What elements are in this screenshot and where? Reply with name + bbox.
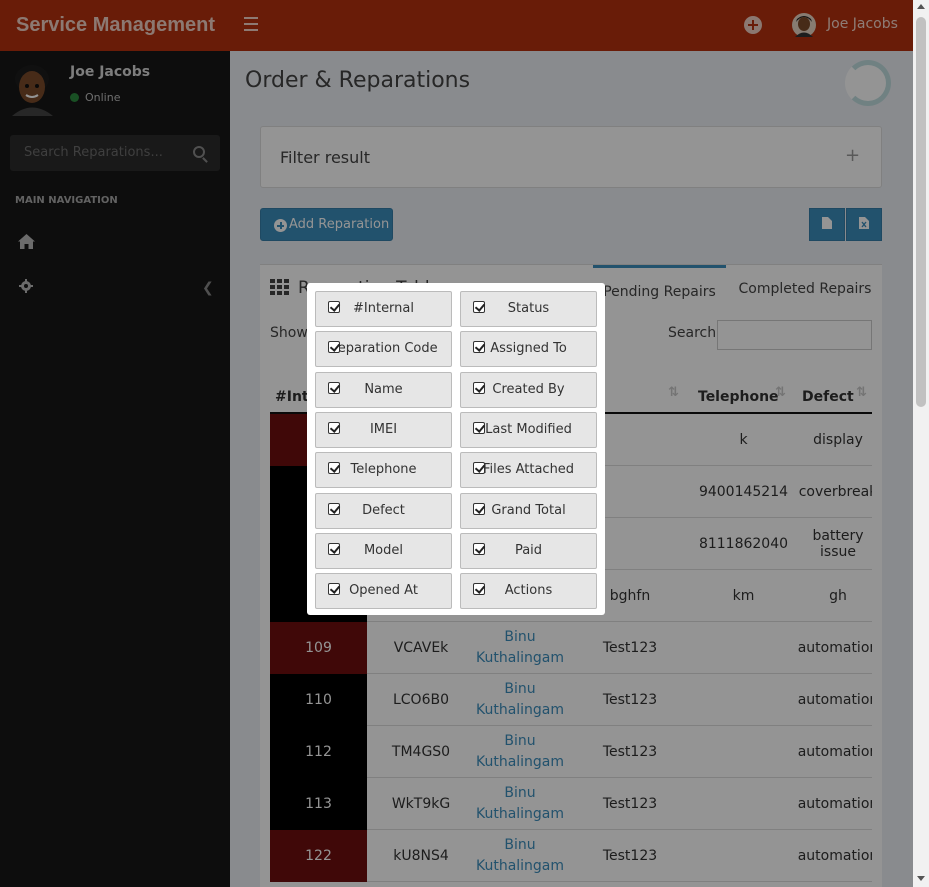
- column-toggle-label: IMEI: [369, 421, 398, 437]
- checkbox-checked-icon[interactable]: [473, 583, 485, 596]
- column-toggle-label: Reparation Code: [329, 341, 438, 357]
- checkbox-checked-icon[interactable]: [473, 301, 485, 313]
- column-toggle-button[interactable]: Created By: [460, 371, 597, 408]
- checkbox-checked-icon[interactable]: [473, 502, 485, 515]
- column-toggle-label: Opened At: [349, 583, 418, 599]
- scroll-up-icon[interactable]: [917, 4, 925, 9]
- checkbox-checked-icon[interactable]: [328, 462, 340, 475]
- scroll-down-icon[interactable]: [917, 876, 925, 881]
- column-toggle-label: Files Attached: [482, 462, 575, 478]
- checkbox-checked-icon[interactable]: [328, 341, 340, 354]
- column-toggle-button[interactable]: IMEI: [315, 411, 452, 448]
- checkbox-checked-icon[interactable]: [473, 381, 485, 394]
- column-toggle-button[interactable]: Opened At: [315, 573, 452, 610]
- checkbox-checked-icon[interactable]: [328, 301, 340, 313]
- column-toggle-button[interactable]: #Internal: [315, 291, 452, 327]
- column-toggle-button[interactable]: Telephone: [315, 452, 452, 489]
- column-toggle-label: Actions: [504, 583, 553, 599]
- column-visibility-popup: #Internal Reparation Code Name IMEI Telephon…: [307, 283, 605, 615]
- column-toggle-label: Defect: [362, 502, 405, 518]
- column-toggle-label: Created By: [492, 381, 565, 397]
- vertical-scrollbar[interactable]: [913, 0, 929, 887]
- column-toggle-label: Grand Total: [491, 502, 566, 518]
- column-toggle-button[interactable]: Last Modified: [460, 411, 597, 448]
- column-toggle-label: Name: [364, 381, 403, 397]
- checkbox-checked-icon[interactable]: [473, 542, 485, 555]
- column-toggle-label: Assigned To: [490, 341, 567, 357]
- column-toggle-label: Last Modified: [485, 421, 572, 437]
- column-toggle-label: Telephone: [350, 462, 417, 478]
- checkbox-checked-icon[interactable]: [328, 542, 340, 555]
- column-toggle-button[interactable]: Paid: [460, 532, 597, 569]
- column-toggle-button[interactable]: Name: [315, 371, 452, 408]
- column-toggle-button[interactable]: Assigned To: [460, 331, 597, 368]
- checkbox-checked-icon[interactable]: [328, 502, 340, 515]
- column-toggle-label: Status: [507, 301, 550, 316]
- column-toggle-button[interactable]: Reparation Code: [315, 331, 452, 368]
- column-toggle-button[interactable]: Status: [460, 291, 597, 327]
- column-toggle-label: Model: [363, 542, 404, 558]
- checkbox-checked-icon[interactable]: [328, 583, 340, 596]
- column-toggle-button[interactable]: Files Attached: [460, 452, 597, 489]
- column-toggle-button[interactable]: Actions: [460, 573, 597, 610]
- scrollbar-thumb[interactable]: [916, 17, 926, 407]
- column-toggle-label: #Internal: [353, 301, 414, 316]
- checkbox-checked-icon[interactable]: [473, 421, 485, 434]
- checkbox-checked-icon[interactable]: [473, 341, 485, 354]
- column-toggle-button[interactable]: Model: [315, 532, 452, 569]
- checkbox-checked-icon[interactable]: [328, 421, 340, 434]
- checkbox-checked-icon[interactable]: [328, 381, 340, 394]
- column-toggle-button[interactable]: Grand Total: [460, 492, 597, 529]
- column-toggle-label: Paid: [514, 542, 543, 558]
- column-toggle-button[interactable]: Defect: [315, 492, 452, 529]
- checkbox-checked-icon[interactable]: [473, 462, 485, 475]
